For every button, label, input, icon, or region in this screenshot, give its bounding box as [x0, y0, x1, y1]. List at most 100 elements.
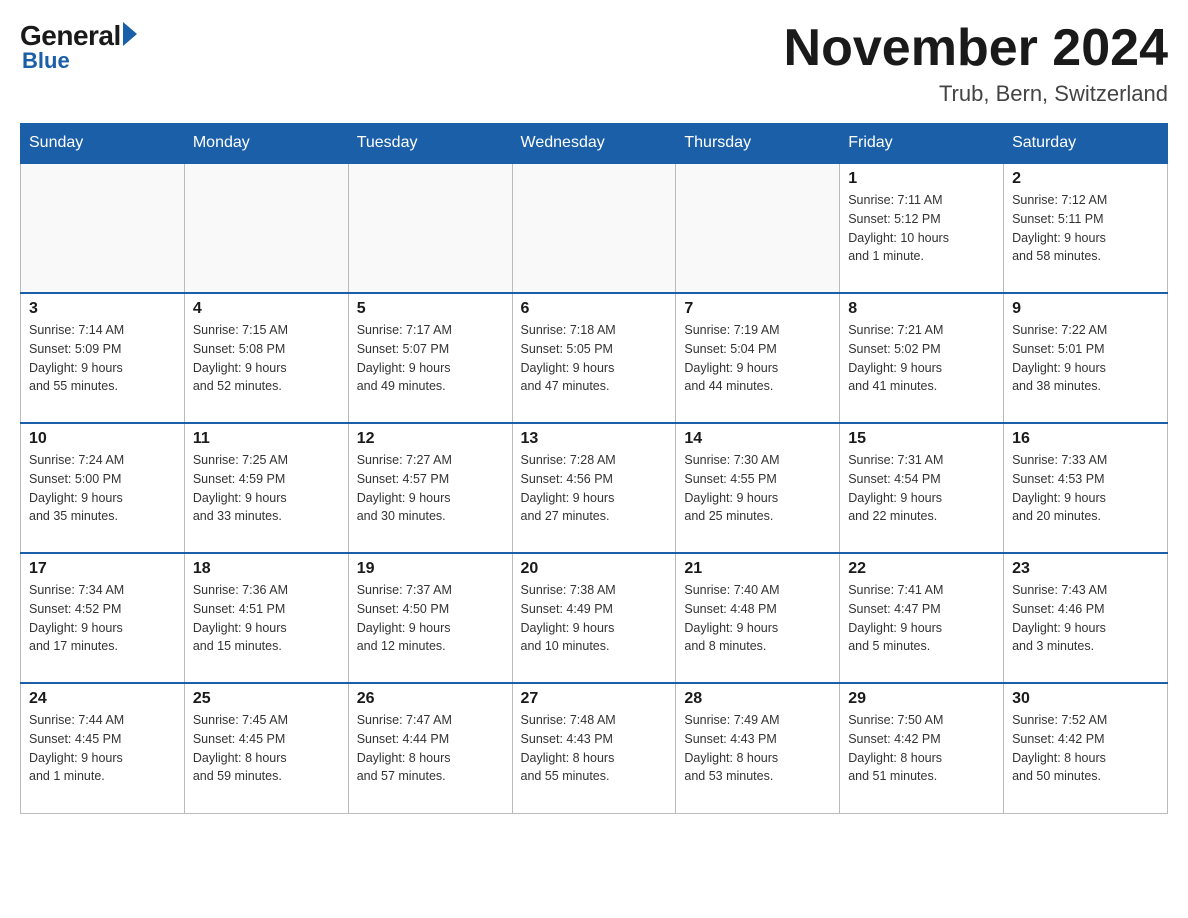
week-row-4: 17 Sunrise: 7:34 AMSunset: 4:52 PMDayligh…	[21, 553, 1168, 683]
day-info: Sunrise: 7:48 AMSunset: 4:43 PMDaylight:…	[521, 711, 668, 786]
day-info: Sunrise: 7:50 AMSunset: 4:42 PMDaylight:…	[848, 711, 995, 786]
calendar-cell: 9 Sunrise: 7:22 AMSunset: 5:01 PMDaylight…	[1004, 293, 1168, 423]
day-number: 1	[848, 170, 995, 188]
weekday-header-wednesday: Wednesday	[512, 124, 676, 164]
day-number: 8	[848, 300, 995, 318]
day-number: 30	[1012, 690, 1159, 708]
day-info: Sunrise: 7:43 AMSunset: 4:46 PMDaylight:…	[1012, 581, 1159, 656]
day-info: Sunrise: 7:37 AMSunset: 4:50 PMDaylight:…	[357, 581, 504, 656]
calendar-cell	[676, 163, 840, 293]
day-number: 23	[1012, 560, 1159, 578]
day-info: Sunrise: 7:30 AMSunset: 4:55 PMDaylight:…	[684, 451, 831, 526]
week-row-1: 1 Sunrise: 7:11 AMSunset: 5:12 PMDaylight…	[21, 163, 1168, 293]
calendar-cell: 14 Sunrise: 7:30 AMSunset: 4:55 PMDayligh…	[676, 423, 840, 553]
calendar-cell	[512, 163, 676, 293]
calendar-cell: 8 Sunrise: 7:21 AMSunset: 5:02 PMDaylight…	[840, 293, 1004, 423]
day-info: Sunrise: 7:15 AMSunset: 5:08 PMDaylight:…	[193, 321, 340, 396]
day-info: Sunrise: 7:21 AMSunset: 5:02 PMDaylight:…	[848, 321, 995, 396]
calendar-cell: 27 Sunrise: 7:48 AMSunset: 4:43 PMDayligh…	[512, 683, 676, 813]
day-number: 6	[521, 300, 668, 318]
day-info: Sunrise: 7:52 AMSunset: 4:42 PMDaylight:…	[1012, 711, 1159, 786]
day-number: 17	[29, 560, 176, 578]
calendar-cell: 7Sunrise: 7:19 AMSunset: 5:04 PMDaylight…	[676, 293, 840, 423]
weekday-header-thursday: Thursday	[676, 124, 840, 164]
calendar-cell: 15 Sunrise: 7:31 AMSunset: 4:54 PMDayligh…	[840, 423, 1004, 553]
calendar-cell: 4 Sunrise: 7:15 AMSunset: 5:08 PMDaylight…	[184, 293, 348, 423]
day-number: 2	[1012, 170, 1159, 188]
calendar-table: SundayMondayTuesdayWednesdayThursdayFrid…	[20, 123, 1168, 814]
day-number: 11	[193, 430, 340, 448]
day-number: 13	[521, 430, 668, 448]
calendar-cell: 6 Sunrise: 7:18 AMSunset: 5:05 PMDaylight…	[512, 293, 676, 423]
location-title: Trub, Bern, Switzerland	[784, 81, 1168, 107]
calendar-cell: 24 Sunrise: 7:44 AMSunset: 4:45 PMDayligh…	[21, 683, 185, 813]
calendar-cell: 23 Sunrise: 7:43 AMSunset: 4:46 PMDayligh…	[1004, 553, 1168, 683]
day-info: Sunrise: 7:49 AMSunset: 4:43 PMDaylight:…	[684, 711, 831, 786]
day-number: 28	[684, 690, 831, 708]
weekday-header-saturday: Saturday	[1004, 124, 1168, 164]
calendar-cell: 16 Sunrise: 7:33 AMSunset: 4:53 PMDayligh…	[1004, 423, 1168, 553]
day-info: Sunrise: 7:12 AMSunset: 5:11 PMDaylight:…	[1012, 191, 1159, 266]
calendar-cell: 12Sunrise: 7:27 AMSunset: 4:57 PMDayligh…	[348, 423, 512, 553]
day-info: Sunrise: 7:40 AMSunset: 4:48 PMDaylight:…	[684, 581, 831, 656]
calendar-cell: 1 Sunrise: 7:11 AMSunset: 5:12 PMDaylight…	[840, 163, 1004, 293]
week-row-3: 10 Sunrise: 7:24 AMSunset: 5:00 PMDayligh…	[21, 423, 1168, 553]
calendar-cell: 3Sunrise: 7:14 AMSunset: 5:09 PMDaylight…	[21, 293, 185, 423]
page-header: General Blue November 2024 Trub, Bern, S…	[20, 20, 1168, 107]
day-number: 24	[29, 690, 176, 708]
calendar-cell: 10 Sunrise: 7:24 AMSunset: 5:00 PMDayligh…	[21, 423, 185, 553]
day-number: 10	[29, 430, 176, 448]
day-number: 27	[521, 690, 668, 708]
calendar-cell: 5 Sunrise: 7:17 AMSunset: 5:07 PMDaylight…	[348, 293, 512, 423]
day-number: 19	[357, 560, 504, 578]
calendar-cell: 26 Sunrise: 7:47 AMSunset: 4:44 PMDayligh…	[348, 683, 512, 813]
title-area: November 2024 Trub, Bern, Switzerland	[784, 20, 1168, 107]
day-info: Sunrise: 7:34 AMSunset: 4:52 PMDaylight:…	[29, 581, 176, 656]
day-info: Sunrise: 7:11 AMSunset: 5:12 PMDaylight:…	[848, 191, 995, 266]
calendar-cell	[21, 163, 185, 293]
day-number: 4	[193, 300, 340, 318]
day-number: 5	[357, 300, 504, 318]
calendar-cell: 21 Sunrise: 7:40 AMSunset: 4:48 PMDayligh…	[676, 553, 840, 683]
day-info: Sunrise: 7:22 AMSunset: 5:01 PMDaylight:…	[1012, 321, 1159, 396]
day-info: Sunrise: 7:24 AMSunset: 5:00 PMDaylight:…	[29, 451, 176, 526]
day-number: 29	[848, 690, 995, 708]
day-info: Sunrise: 7:44 AMSunset: 4:45 PMDaylight:…	[29, 711, 176, 786]
day-info: Sunrise: 7:18 AMSunset: 5:05 PMDaylight:…	[521, 321, 668, 396]
calendar-cell: 2 Sunrise: 7:12 AMSunset: 5:11 PMDaylight…	[1004, 163, 1168, 293]
day-info: Sunrise: 7:28 AMSunset: 4:56 PMDaylight:…	[521, 451, 668, 526]
day-number: 16	[1012, 430, 1159, 448]
day-info: Sunrise: 7:38 AMSunset: 4:49 PMDaylight:…	[521, 581, 668, 656]
logo-triangle-icon	[123, 22, 137, 46]
day-info: Sunrise: 7:36 AMSunset: 4:51 PMDaylight:…	[193, 581, 340, 656]
week-row-5: 24 Sunrise: 7:44 AMSunset: 4:45 PMDayligh…	[21, 683, 1168, 813]
day-number: 9	[1012, 300, 1159, 318]
day-info: Sunrise: 7:45 AMSunset: 4:45 PMDaylight:…	[193, 711, 340, 786]
day-info: Sunrise: 7:31 AMSunset: 4:54 PMDaylight:…	[848, 451, 995, 526]
week-row-2: 3Sunrise: 7:14 AMSunset: 5:09 PMDaylight…	[21, 293, 1168, 423]
day-number: 22	[848, 560, 995, 578]
calendar-cell	[348, 163, 512, 293]
day-info: Sunrise: 7:14 AMSunset: 5:09 PMDaylight:…	[29, 321, 176, 396]
calendar-cell: 17 Sunrise: 7:34 AMSunset: 4:52 PMDayligh…	[21, 553, 185, 683]
calendar-cell: 29 Sunrise: 7:50 AMSunset: 4:42 PMDayligh…	[840, 683, 1004, 813]
day-info: Sunrise: 7:33 AMSunset: 4:53 PMDaylight:…	[1012, 451, 1159, 526]
day-number: 21	[684, 560, 831, 578]
day-info: Sunrise: 7:47 AMSunset: 4:44 PMDaylight:…	[357, 711, 504, 786]
day-number: 15	[848, 430, 995, 448]
day-info: Sunrise: 7:17 AMSunset: 5:07 PMDaylight:…	[357, 321, 504, 396]
weekday-header-friday: Friday	[840, 124, 1004, 164]
day-number: 20	[521, 560, 668, 578]
weekday-header-monday: Monday	[184, 124, 348, 164]
weekday-header-tuesday: Tuesday	[348, 124, 512, 164]
calendar-cell: 30 Sunrise: 7:52 AMSunset: 4:42 PMDayligh…	[1004, 683, 1168, 813]
logo-blue-text: Blue	[22, 48, 70, 74]
calendar-cell: 13 Sunrise: 7:28 AMSunset: 4:56 PMDayligh…	[512, 423, 676, 553]
day-number: 14	[684, 430, 831, 448]
logo: General Blue	[20, 20, 137, 74]
calendar-cell: 22Sunrise: 7:41 AMSunset: 4:47 PMDayligh…	[840, 553, 1004, 683]
day-number: 26	[357, 690, 504, 708]
calendar-cell: 20 Sunrise: 7:38 AMSunset: 4:49 PMDayligh…	[512, 553, 676, 683]
month-title: November 2024	[784, 20, 1168, 77]
calendar-cell	[184, 163, 348, 293]
